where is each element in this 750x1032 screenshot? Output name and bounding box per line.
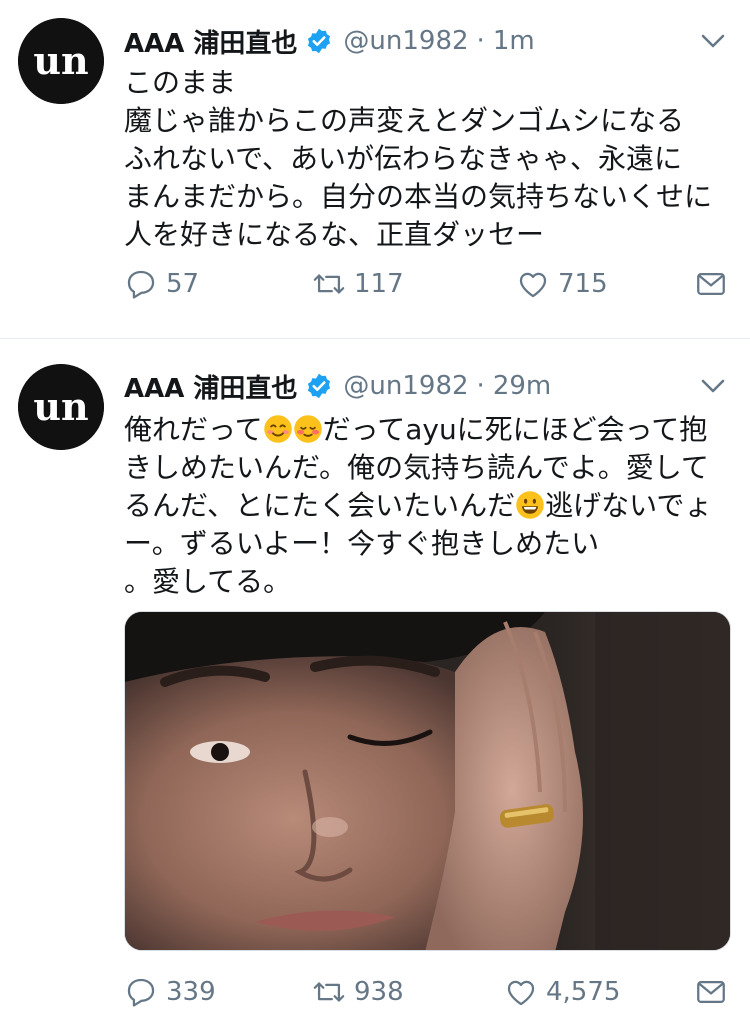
- avatar[interactable]: un: [18, 364, 104, 450]
- like-count: 715: [558, 269, 608, 299]
- chevron-down-icon[interactable]: [698, 371, 728, 401]
- retweet-button[interactable]: 938: [312, 972, 404, 1012]
- tweet-text: このまま 魔じゃ誰からこの声変えとダンゴムシになる ふれないで、あいが伝わらなき…: [124, 66, 713, 251]
- blushing-face-emoji-icon: [293, 415, 322, 443]
- tweet-header: AAA 浦田直也 @un1982 · 1m: [124, 21, 535, 61]
- chevron-down-icon[interactable]: [698, 26, 728, 56]
- dm-button[interactable]: [694, 972, 736, 1012]
- action-bar: 57 117 715: [124, 264, 734, 304]
- reply-count: 339: [166, 977, 216, 1007]
- reply-icon: [127, 270, 155, 299]
- smiling-face-emoji-icon: [263, 415, 292, 443]
- author-handle[interactable]: @un1982: [343, 371, 468, 401]
- like-button[interactable]: 4,575: [504, 972, 620, 1012]
- like-button[interactable]: 715: [516, 264, 608, 304]
- retweet-count: 117: [354, 269, 404, 299]
- retweet-button[interactable]: 117: [312, 264, 404, 304]
- reply-button[interactable]: 57: [124, 264, 199, 304]
- avatar[interactable]: un: [18, 18, 104, 104]
- heart-icon: [507, 980, 535, 1006]
- avatar-logo: un: [33, 384, 88, 429]
- timestamp[interactable]: 1m: [493, 26, 535, 56]
- avatar-logo: un: [33, 38, 88, 83]
- tweet-header: AAA 浦田直也 @un1982 · 29m: [124, 366, 551, 406]
- verified-badge-icon: [308, 28, 331, 54]
- author-name[interactable]: AAA 浦田直也: [124, 368, 297, 405]
- reply-icon: [127, 978, 155, 1007]
- retweet-icon: [313, 982, 345, 1002]
- tweet-text: 俺れだって だってayuに死にほど会って抱きしめたいんだ。俺の気持ち読んでよ。愛し…: [124, 411, 734, 601]
- like-count: 4,575: [546, 977, 621, 1007]
- author-name[interactable]: AAA 浦田直也: [124, 23, 297, 60]
- mail-icon: [697, 980, 725, 1004]
- tweet-text-part: 俺れだって: [124, 413, 263, 446]
- tweet-1[interactable]: un AAA 浦田直也 @un1982 · 1m このまま 魔じゃ誰からこの声変…: [0, 0, 750, 338]
- grinning-face-emoji-icon: [516, 491, 544, 519]
- heart-icon: [519, 272, 547, 298]
- selfie-photo: [125, 612, 730, 950]
- author-handle[interactable]: @un1982: [343, 26, 468, 56]
- retweet-count: 938: [354, 977, 404, 1007]
- dm-button[interactable]: [694, 264, 736, 304]
- reply-count: 57: [166, 269, 200, 299]
- separator-dot: ·: [476, 26, 485, 56]
- tweet-2[interactable]: un AAA 浦田直也 @un1982 · 29m 俺れだって だってayuに死に…: [0, 339, 750, 1032]
- mail-icon: [697, 272, 725, 296]
- verified-badge-icon: [308, 373, 331, 399]
- tweet-photo[interactable]: [124, 611, 731, 951]
- action-bar: 339 938 4,575: [124, 972, 734, 1012]
- timestamp[interactable]: 29m: [493, 371, 551, 401]
- retweet-icon: [313, 274, 345, 294]
- reply-button[interactable]: 339: [124, 972, 216, 1012]
- separator-dot: ·: [476, 371, 485, 401]
